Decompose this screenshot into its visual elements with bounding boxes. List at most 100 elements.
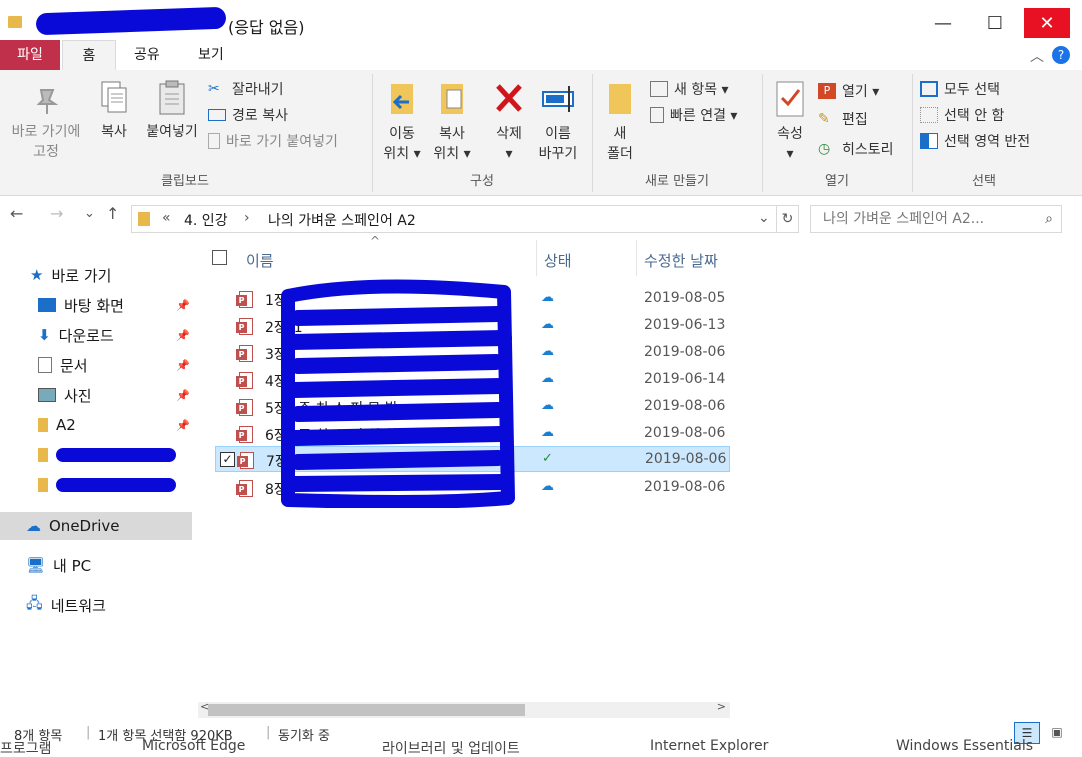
scroll-right-icon[interactable]: > (717, 700, 726, 713)
redaction-scribble (35, 6, 227, 36)
address-dropdown-button[interactable]: ⌄ (758, 210, 770, 226)
copy-path-label: 경로 복사 (232, 108, 288, 124)
select-none-label: 선택 안 함 (944, 108, 1005, 124)
new-folder-button[interactable]: 새 폴더 (598, 80, 642, 164)
maximize-button[interactable]: ☐ (972, 8, 1018, 38)
history-icon: ◷ (818, 141, 831, 157)
new-item-label[interactable]: 새 항목 ▾ (674, 79, 729, 99)
nav-onedrive[interactable]: ☁ OneDrive (0, 512, 192, 540)
move-to-icon (391, 84, 413, 114)
move-to-button[interactable]: 이동 위치 ▾ (378, 80, 426, 164)
nav-item-pictures[interactable]: 사진 📌 (0, 382, 192, 408)
nav-item-downloads[interactable]: ⬇ 다운로드 📌 (0, 322, 192, 348)
column-separator[interactable] (536, 240, 537, 276)
address-field[interactable]: « 4. 인강 › 나의 가벼운 스페인어 A2 ⌄ (131, 205, 777, 233)
nav-item-desktop[interactable]: 바탕 화면 📌 (0, 292, 192, 318)
tab-share[interactable]: 공유 (124, 40, 170, 70)
breadcrumb-item[interactable]: 나의 가벼운 스페인어 A2 (268, 210, 416, 230)
invert-selection-button[interactable]: 선택 영역 반전 (920, 130, 1030, 152)
new-item-button[interactable]: 새 항목 ▾ (650, 78, 729, 100)
select-all-button[interactable]: 모두 선택 (920, 78, 1000, 100)
select-group-label: 선택 (972, 174, 996, 189)
breadcrumb-overflow[interactable]: « (162, 210, 171, 226)
powerpoint-file-icon (236, 399, 253, 416)
powerpoint-icon: P (818, 83, 836, 99)
history-button[interactable]: ◷ 히스토리 (818, 138, 894, 160)
nav-item-a2[interactable]: A2 📌 (0, 412, 192, 438)
rename-label-2: 바꾸기 (538, 146, 578, 162)
pin-icon: 📌 (176, 328, 190, 342)
nav-label: 네트워크 (50, 596, 106, 615)
copy-label: 복사 (101, 124, 127, 140)
nav-item-redacted[interactable] (0, 472, 192, 498)
redaction-scribble (56, 478, 176, 492)
history-label: 히스토리 (842, 142, 894, 158)
properties-label-1: 속성 (777, 126, 803, 142)
nav-item-documents[interactable]: 문서 📌 (0, 352, 192, 378)
collapse-ribbon-icon[interactable]: ︿ (1030, 46, 1044, 66)
select-none-button[interactable]: 선택 안 함 (920, 104, 1004, 126)
properties-button[interactable]: 속성 ▾ (768, 80, 812, 164)
help-icon[interactable]: ? (1052, 46, 1070, 64)
tab-file[interactable]: 파일 (0, 40, 60, 70)
row-checkbox[interactable]: ✓ (220, 452, 235, 467)
column-header-date-modified[interactable]: 수정한 날짜 (644, 250, 718, 270)
paste-shortcut-button[interactable]: 바로 가기 붙여넣기 (208, 130, 338, 152)
nav-item-redacted[interactable] (0, 442, 192, 468)
column-header-status[interactable]: 상태 (544, 250, 572, 270)
tab-view[interactable]: 보기 (188, 40, 234, 70)
cloud-icon: ☁ (541, 479, 554, 494)
open-button[interactable]: P 열기 ▾ (818, 80, 879, 102)
forward-button[interactable]: → (50, 204, 63, 223)
background-label: 라이브러리 및 업데이트 (382, 741, 520, 757)
cut-button[interactable]: ✂ 잘라내기 (208, 78, 284, 100)
breadcrumb-separator[interactable]: › (244, 210, 250, 226)
up-button[interactable]: ↑ (106, 204, 119, 223)
scrollbar-thumb[interactable] (208, 704, 525, 716)
close-button[interactable]: ✕ (1024, 8, 1070, 38)
nav-this-pc[interactable]: 🖥 내 PC (0, 552, 192, 578)
easy-access-label[interactable]: 빠른 연결 ▾ (670, 105, 737, 125)
folder-icon (8, 16, 22, 28)
properties-icon (776, 81, 804, 117)
edit-button[interactable]: ✎ 편집 (818, 108, 868, 130)
large-icons-view-icon[interactable]: ▣ (1044, 722, 1070, 744)
file-date: 2019-08-06 (644, 425, 726, 441)
tab-home[interactable]: 홈 (62, 40, 116, 70)
new-folder-icon (609, 84, 631, 114)
recent-locations-button[interactable]: ⌄ (84, 206, 95, 221)
back-button[interactable]: ← (10, 204, 23, 223)
rename-label-1: 이름 (545, 126, 571, 142)
move-to-label-1: 이동 (389, 126, 415, 142)
synced-check-icon: ✓ (542, 451, 553, 466)
nav-network[interactable]: 🖧 네트워크 (0, 592, 192, 618)
copy-path-button[interactable]: 경로 복사 (208, 104, 288, 126)
column-separator[interactable] (636, 240, 637, 276)
column-header-name[interactable]: 이름 (246, 250, 274, 270)
picture-icon (38, 388, 56, 402)
nav-label: 문서 (60, 356, 88, 375)
powerpoint-file-icon (237, 452, 254, 469)
select-all-icon (920, 81, 938, 97)
search-input[interactable]: 나의 가벼운 스페인어 A2... ⌕ (810, 205, 1062, 233)
paste-shortcut-label: 바로 가기 붙여넣기 (226, 134, 338, 150)
copy-to-icon (441, 84, 463, 114)
move-to-label-2: 위치 ▾ (383, 146, 421, 162)
minimize-button[interactable]: — (920, 8, 966, 38)
select-all-checkbox[interactable] (212, 250, 227, 265)
refresh-button[interactable]: ↻ (777, 205, 799, 233)
delete-button[interactable]: 삭제 ▾ (488, 80, 530, 164)
cloud-icon: ☁ (26, 517, 41, 535)
paste-button[interactable]: 붙여넣기 (140, 80, 204, 142)
copy-button[interactable]: 복사 (92, 80, 136, 142)
copy-to-button[interactable]: 복사 위치 ▾ (428, 80, 476, 164)
title-bar: (응답 없음) — ☐ ✕ (0, 0, 1082, 44)
nav-quick-access[interactable]: ★ 바로 가기 (0, 262, 192, 288)
background-desktop-text: 프로그램 Microsoft Edge 라이브러리 및 업데이트 Interne… (0, 738, 1082, 757)
breadcrumb-item[interactable]: 4. 인강 (184, 210, 228, 230)
easy-access-button[interactable]: 빠른 연결 ▾ (650, 104, 737, 126)
background-label: 프로그램 (0, 741, 52, 757)
pin-quick-access-button[interactable]: 바로 가기에 고정 (4, 86, 88, 162)
network-icon: 🖧 (26, 593, 43, 612)
rename-button[interactable]: 이름 바꾸기 (534, 80, 582, 164)
